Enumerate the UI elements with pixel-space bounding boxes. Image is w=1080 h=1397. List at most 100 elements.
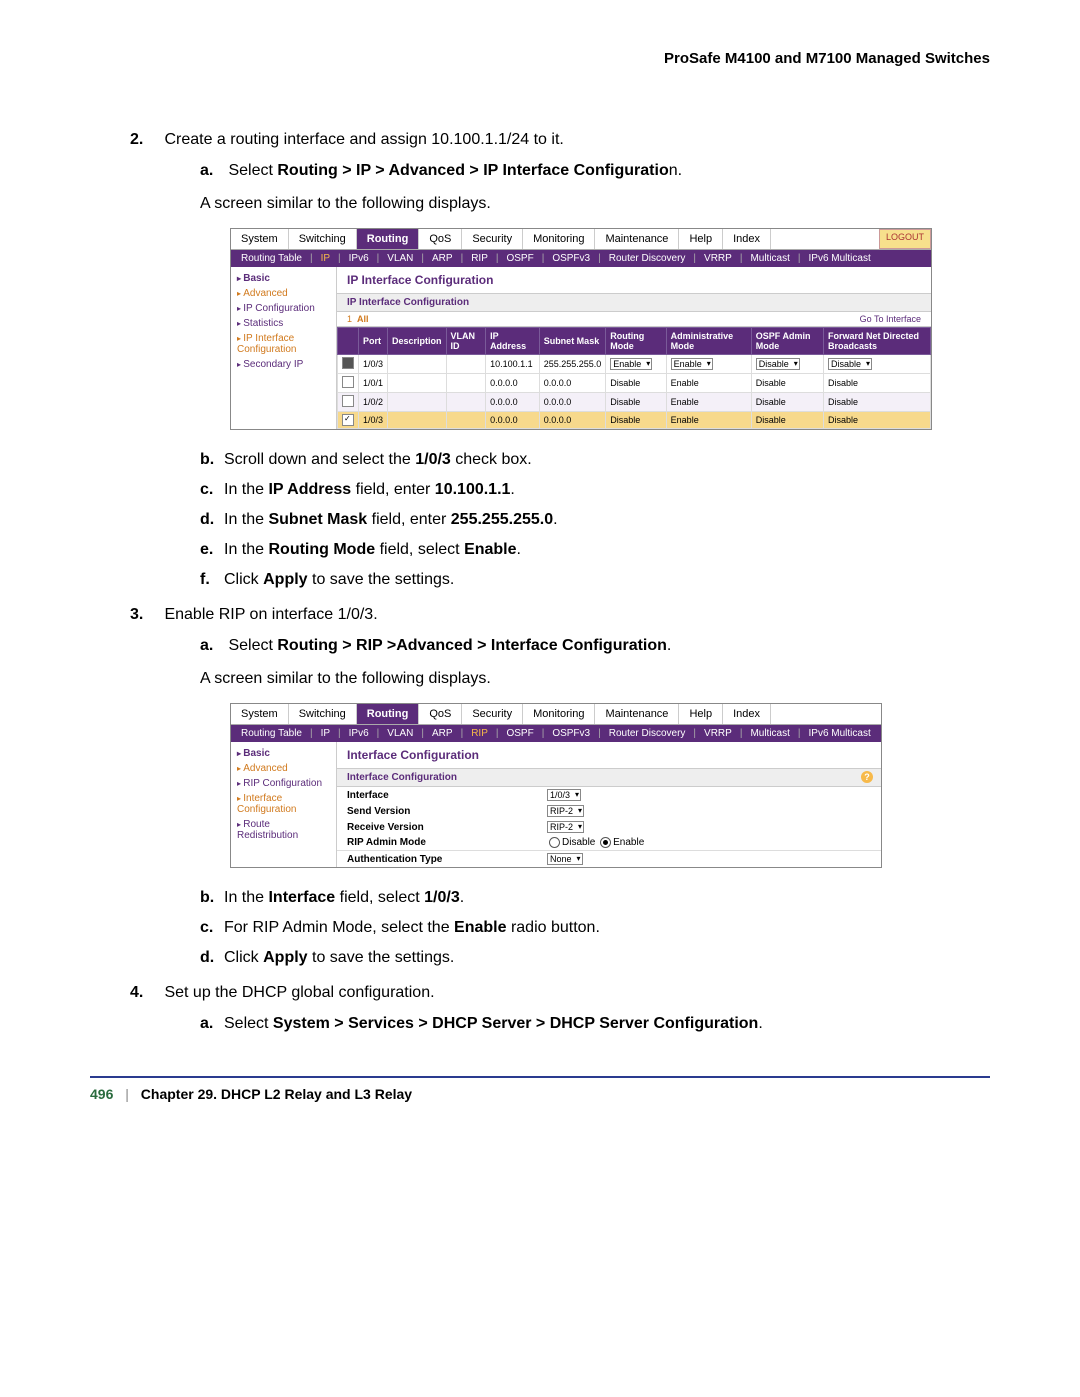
sidebar-item[interactable]: Basic (231, 746, 336, 761)
step-num: 2. (130, 131, 160, 149)
sidebar-item[interactable]: Secondary IP (231, 357, 336, 372)
sidebar-item[interactable]: Advanced (231, 286, 336, 301)
row-checkbox[interactable] (342, 414, 354, 426)
subtab-ospf[interactable]: OSPF (506, 728, 533, 739)
tab-monitoring[interactable]: Monitoring (523, 704, 595, 724)
tab-qos[interactable]: QoS (419, 704, 462, 724)
step-3a: a. Select Routing > RIP >Advanced > Inte… (200, 634, 990, 692)
page-footer: 496 | Chapter 29. DHCP L2 Relay and L3 R… (90, 1086, 990, 1102)
logout-button[interactable]: LOGOUT (879, 229, 931, 249)
tab-routing[interactable]: Routing (357, 229, 420, 249)
step-4a: a.Select System > Services > DHCP Server… (200, 1012, 990, 1036)
step-2c: c.In the IP Address field, enter 10.100.… (200, 478, 990, 502)
subtab-multicast[interactable]: Multicast (750, 728, 789, 739)
row-checkbox[interactable] (342, 395, 354, 407)
tab-monitoring[interactable]: Monitoring (523, 229, 595, 249)
tab-security[interactable]: Security (462, 704, 523, 724)
tab-security[interactable]: Security (462, 229, 523, 249)
all-row: 1 All Go To Interface (337, 312, 931, 327)
sidebar-item[interactable]: RIP Configuration (231, 776, 336, 791)
table-row: 1/0/310.100.1.1255.255.255.0EnableEnable… (338, 355, 931, 374)
step-3c: c.For RIP Admin Mode, select the Enable … (200, 916, 990, 940)
subtab-ipv6-multicast[interactable]: IPv6 Multicast (809, 728, 871, 739)
screen-note: A screen similar to the following displa… (200, 191, 990, 217)
step-3: 3. Enable RIP on interface 1/0/3. a. Sel… (130, 602, 990, 970)
subtab-ipv6[interactable]: IPv6 (349, 253, 369, 264)
help-icon[interactable]: ? (861, 771, 873, 783)
all-label[interactable]: All (357, 314, 369, 324)
tab-switching[interactable]: Switching (289, 704, 357, 724)
tab-qos[interactable]: QoS (419, 229, 462, 249)
subtab-multicast[interactable]: Multicast (750, 253, 789, 264)
step-text: Create a routing interface and assign 10… (164, 131, 563, 148)
screenshot-rip-interface: SystemSwitchingRoutingQoSSecurityMonitor… (230, 703, 882, 868)
panel-subtitle: Interface Configuration? (337, 768, 881, 787)
sidebar-item[interactable]: Route Redistribution (231, 817, 336, 843)
tab-index[interactable]: Index (723, 229, 771, 249)
subtab-arp[interactable]: ARP (432, 728, 453, 739)
step-text: Set up the DHCP global configuration. (164, 984, 434, 1001)
rmode-select[interactable]: Enable (610, 358, 652, 370)
subtab-ip[interactable]: IP (321, 728, 330, 739)
interface-select[interactable]: 1/0/3 (547, 789, 581, 801)
subtab-routing-table[interactable]: Routing Table (241, 253, 302, 264)
panel-title: IP Interface Configuration (337, 267, 931, 293)
step-num: 4. (130, 984, 160, 1002)
fwd-select[interactable]: Disable (828, 358, 872, 370)
sidebar-item[interactable]: Interface Configuration (231, 791, 336, 817)
amode-select[interactable]: Enable (671, 358, 713, 370)
main-tabs: SystemSwitchingRoutingQoSSecurityMonitor… (231, 704, 881, 725)
step-num: 3. (130, 606, 160, 624)
subtab-arp[interactable]: ARP (432, 253, 453, 264)
step-2e: e.In the Routing Mode field, select Enab… (200, 538, 990, 562)
enable-radio[interactable] (600, 837, 611, 848)
subtab-rip[interactable]: RIP (471, 728, 488, 739)
auth-select[interactable]: None (547, 853, 583, 865)
subtab-ospfv3[interactable]: OSPFv3 (552, 253, 590, 264)
tab-help[interactable]: Help (679, 704, 723, 724)
subtab-ip[interactable]: IP (321, 253, 330, 264)
sidebar-item[interactable]: Statistics (231, 316, 336, 331)
screen-note: A screen similar to the following displa… (200, 666, 990, 692)
sidebar-item[interactable]: IP Interface Configuration (231, 331, 336, 357)
sidebar-item[interactable]: Basic (231, 271, 336, 286)
recv-select[interactable]: RIP-2 (547, 821, 584, 833)
tab-maintenance[interactable]: Maintenance (595, 229, 679, 249)
tab-system[interactable]: System (231, 704, 289, 724)
panel-subtitle: IP Interface Configuration (337, 293, 931, 312)
admin-row: RIP Admin Mode Disable Enable (337, 835, 881, 850)
subtab-ipv6[interactable]: IPv6 (349, 728, 369, 739)
subtab-vrrp[interactable]: VRRP (704, 253, 732, 264)
step-4: 4. Set up the DHCP global configuration.… (130, 980, 990, 1036)
send-select[interactable]: RIP-2 (547, 805, 584, 817)
subtab-vrrp[interactable]: VRRP (704, 728, 732, 739)
sidebar-item[interactable]: IP Configuration (231, 301, 336, 316)
tab-switching[interactable]: Switching (289, 229, 357, 249)
subtab-vlan[interactable]: VLAN (387, 253, 413, 264)
screenshot-ip-interface: SystemSwitchingRoutingQoSSecurityMonitor… (230, 228, 932, 430)
subtab-vlan[interactable]: VLAN (387, 728, 413, 739)
row-checkbox[interactable] (342, 357, 354, 369)
subtab-router-discovery[interactable]: Router Discovery (609, 253, 686, 264)
tab-maintenance[interactable]: Maintenance (595, 704, 679, 724)
subtab-router-discovery[interactable]: Router Discovery (609, 728, 686, 739)
step-2d: d.In the Subnet Mask field, enter 255.25… (200, 508, 990, 532)
subtab-ospfv3[interactable]: OSPFv3 (552, 728, 590, 739)
ospf-select[interactable]: Disable (756, 358, 800, 370)
tab-routing[interactable]: Routing (357, 704, 420, 724)
sidebar-item[interactable]: Advanced (231, 761, 336, 776)
subtab-rip[interactable]: RIP (471, 253, 488, 264)
step-2f: f.Click Apply to save the settings. (200, 568, 990, 592)
subtab-routing-table[interactable]: Routing Table (241, 728, 302, 739)
interface-row: Interface1/0/3 (337, 787, 881, 803)
tab-system[interactable]: System (231, 229, 289, 249)
goto-link[interactable]: Go To Interface (860, 314, 921, 324)
disable-radio[interactable] (549, 837, 560, 848)
table-row: 1/0/20.0.0.00.0.0.0DisableEnableDisableD… (338, 393, 931, 412)
subtab-ipv6-multicast[interactable]: IPv6 Multicast (809, 253, 871, 264)
subtab-ospf[interactable]: OSPF (506, 253, 533, 264)
row-checkbox[interactable] (342, 376, 354, 388)
tab-index[interactable]: Index (723, 704, 771, 724)
tab-help[interactable]: Help (679, 229, 723, 249)
txt: n. (669, 162, 682, 179)
